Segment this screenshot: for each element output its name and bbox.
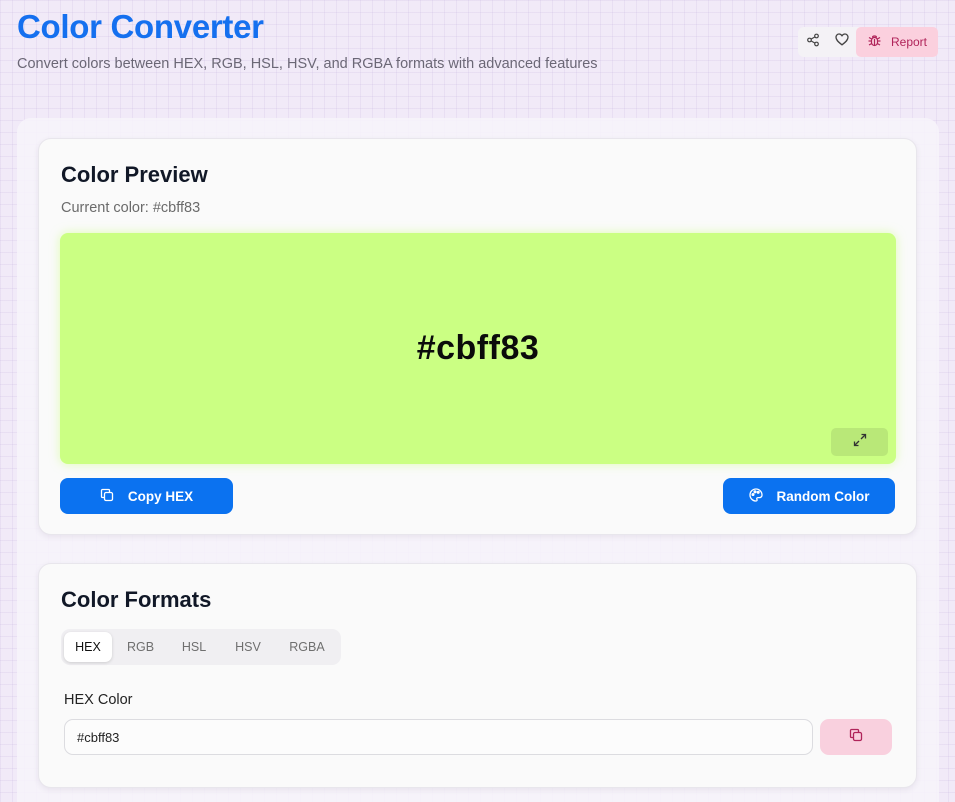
fullscreen-button[interactable]	[831, 428, 888, 456]
tab-hex[interactable]: HEX	[64, 632, 112, 662]
color-preview-card: Color Preview Current color: #cbff83 #cb…	[38, 138, 917, 535]
tab-rgba[interactable]: RGBA	[277, 632, 337, 662]
page-title: Color Converter	[17, 8, 264, 45]
copy-icon	[849, 728, 863, 747]
tab-rgb[interactable]: RGB	[112, 632, 169, 662]
copy-icon	[100, 488, 114, 505]
heart-icon	[834, 33, 849, 51]
random-color-label: Random Color	[776, 488, 870, 504]
color-preview-title: Color Preview	[61, 162, 208, 187]
bug-icon	[867, 33, 882, 51]
copy-hex-button[interactable]: Copy HEX	[60, 478, 233, 514]
swatch-hex-text: #cbff83	[416, 329, 540, 367]
current-color-label: Current color: #cbff83	[61, 200, 201, 216]
palette-icon	[748, 487, 763, 505]
share-button[interactable]	[798, 27, 827, 57]
hex-input[interactable]	[64, 719, 813, 755]
report-button[interactable]: Report	[856, 27, 938, 57]
header-actions: Report	[798, 27, 938, 57]
random-color-button[interactable]: Random Color	[723, 478, 895, 514]
report-label: Report	[890, 35, 928, 49]
favorite-button[interactable]	[827, 27, 856, 57]
share-icon	[806, 33, 820, 52]
format-tabs: HEX RGB HSL HSV RGBA	[61, 629, 341, 665]
tab-hsl[interactable]: HSL	[169, 632, 219, 662]
copy-hex-field-button[interactable]	[820, 719, 892, 755]
tab-hsv[interactable]: HSV	[219, 632, 277, 662]
hex-field-label: HEX Color	[64, 692, 133, 708]
copy-hex-label: Copy HEX	[127, 488, 194, 504]
page-subtitle: Convert colors between HEX, RGB, HSL, HS…	[17, 56, 598, 72]
color-formats-title: Color Formats	[61, 587, 212, 612]
color-formats-card: Color Formats HEX RGB HSL HSV RGBA HEX C…	[38, 563, 917, 788]
color-swatch: #cbff83	[60, 233, 896, 464]
expand-icon	[853, 433, 867, 452]
